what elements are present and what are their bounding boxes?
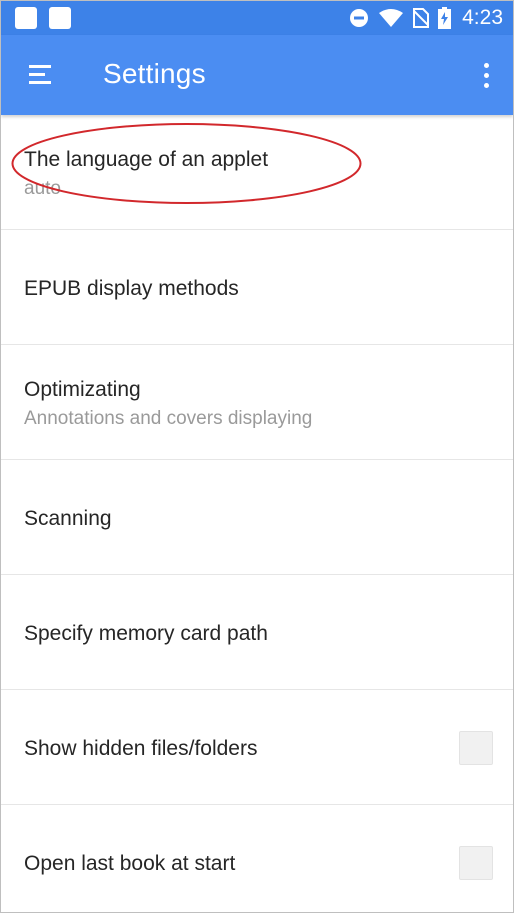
wifi-icon [379,9,404,27]
page-title: Settings [103,58,206,89]
setting-scanning[interactable]: Scanning [1,460,513,575]
setting-open-last-book[interactable]: Open last book at start [1,805,513,912]
setting-title: Optimizating [24,378,141,401]
setting-title: Open last book at start [24,852,236,875]
setting-show-hidden-files[interactable]: Show hidden files/folders [1,690,513,805]
status-bar: 4:23 [1,1,513,35]
settings-list: The language of an applet auto EPUB disp… [1,115,513,912]
open-last-book-checkbox[interactable] [459,846,493,880]
setting-summary: Annotations and covers displaying [24,408,313,429]
no-sim-icon [413,8,430,28]
setting-optimizating[interactable]: Optimizating Annotations and covers disp… [1,345,513,460]
setting-memory-card-path[interactable]: Specify memory card path [1,575,513,690]
setting-title: Specify memory card path [24,622,268,645]
status-time: 4:23 [462,6,503,29]
setting-title: Show hidden files/folders [24,737,258,760]
notification-app-icon [49,7,71,29]
setting-title: Scanning [24,507,112,530]
setting-title: EPUB display methods [24,277,239,300]
show-hidden-files-checkbox[interactable] [459,731,493,765]
do-not-disturb-icon [350,9,369,27]
notification-app-icon [15,7,37,29]
more-options-icon[interactable] [481,63,491,89]
battery-charging-icon [438,7,452,29]
setting-summary: auto [24,178,61,199]
setting-title: The language of an applet [24,148,269,171]
menu-icon[interactable] [29,65,55,85]
screen: 4:23 Settings The language of an applet … [0,0,514,913]
app-bar: Settings [1,35,513,115]
setting-epub-display-methods[interactable]: EPUB display methods [1,230,513,345]
setting-applet-language[interactable]: The language of an applet auto [1,115,513,230]
